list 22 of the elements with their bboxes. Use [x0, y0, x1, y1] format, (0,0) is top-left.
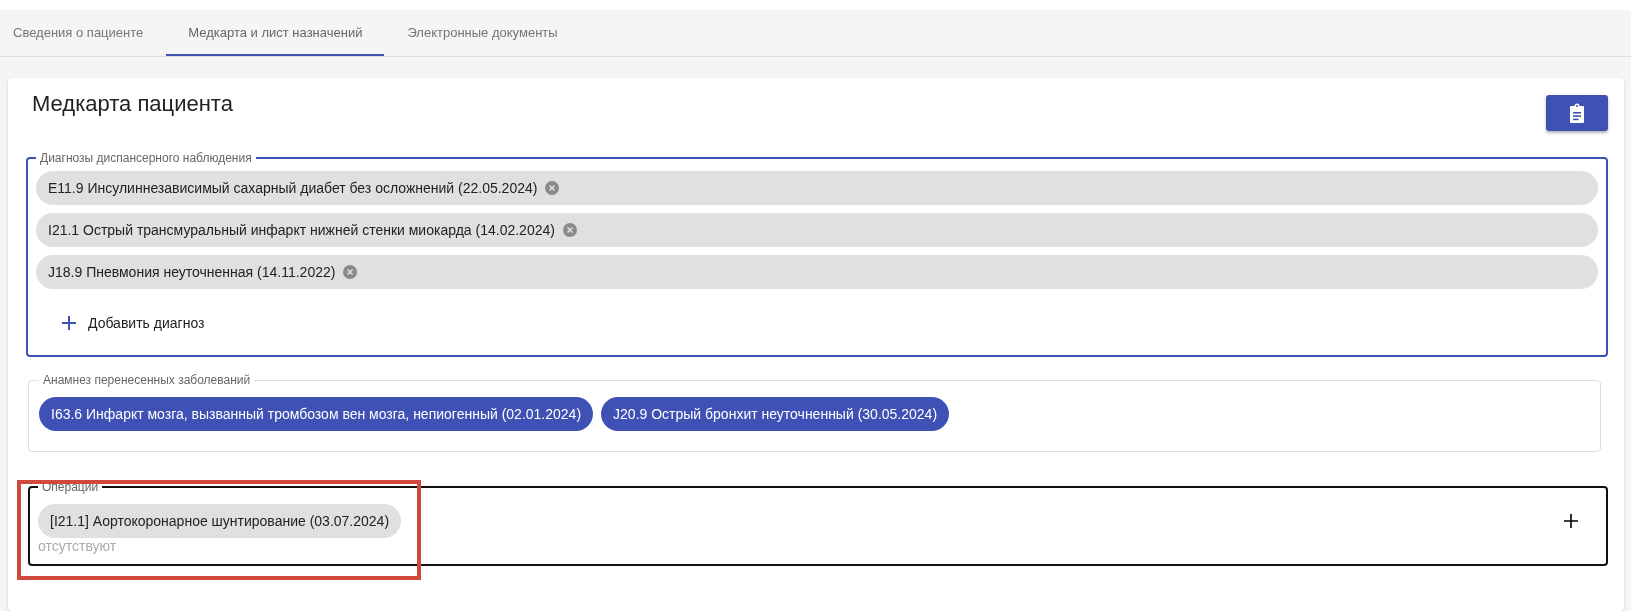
tab[interactable]: Медкарта и лист назначений [166, 10, 385, 56]
empty-text: отсутствуют [38, 538, 118, 554]
clipboard-icon [1569, 103, 1585, 123]
remove-icon[interactable] [562, 223, 577, 237]
panel-legend: Операции [38, 480, 103, 494]
add-diagnosis-button[interactable]: Добавить диагноз [62, 315, 205, 331]
plus-icon[interactable] [1564, 514, 1578, 528]
remove-icon[interactable] [545, 181, 560, 195]
plus-icon [62, 316, 76, 330]
tab[interactable]: Сведения о пациенте [0, 10, 157, 56]
diagnosis-chip[interactable]: I63.6 Инфаркт мозга, вызванный тромбозом вен мозга, непиогенный (02.01.2024) [39, 397, 594, 431]
clipboard-button[interactable] [1546, 95, 1608, 131]
diagnosis-chip[interactable]: I21.1 Острый трансмуральный инфаркт нижней стенки миокарда (14.02.2024) [36, 213, 1598, 247]
page-title: Медкарта пациента [32, 90, 233, 118]
tab[interactable]: Электронные документы [394, 10, 571, 56]
panel-legend: Диагнозы диспансерного наблюдения [36, 151, 256, 165]
diagnosis-chip[interactable]: J20.9 Острый бронхит неуточненный (30.05.2024) [601, 397, 950, 431]
diagnosis-chip[interactable]: [I21.1] Аортокоронарное шунтирование (03.07.2024) [38, 504, 402, 538]
remove-icon[interactable] [343, 265, 358, 279]
diagnosis-chip[interactable]: J18.9 Пневмония неуточненная (14.11.2022) [36, 255, 1598, 289]
panel-legend: Анамнез перенесенных заболеваний [39, 373, 255, 387]
diagnosis-chip[interactable]: E11.9 Инсулиннезависимый сахарный диабет без осложнений (22.05.2024) [36, 171, 1598, 205]
